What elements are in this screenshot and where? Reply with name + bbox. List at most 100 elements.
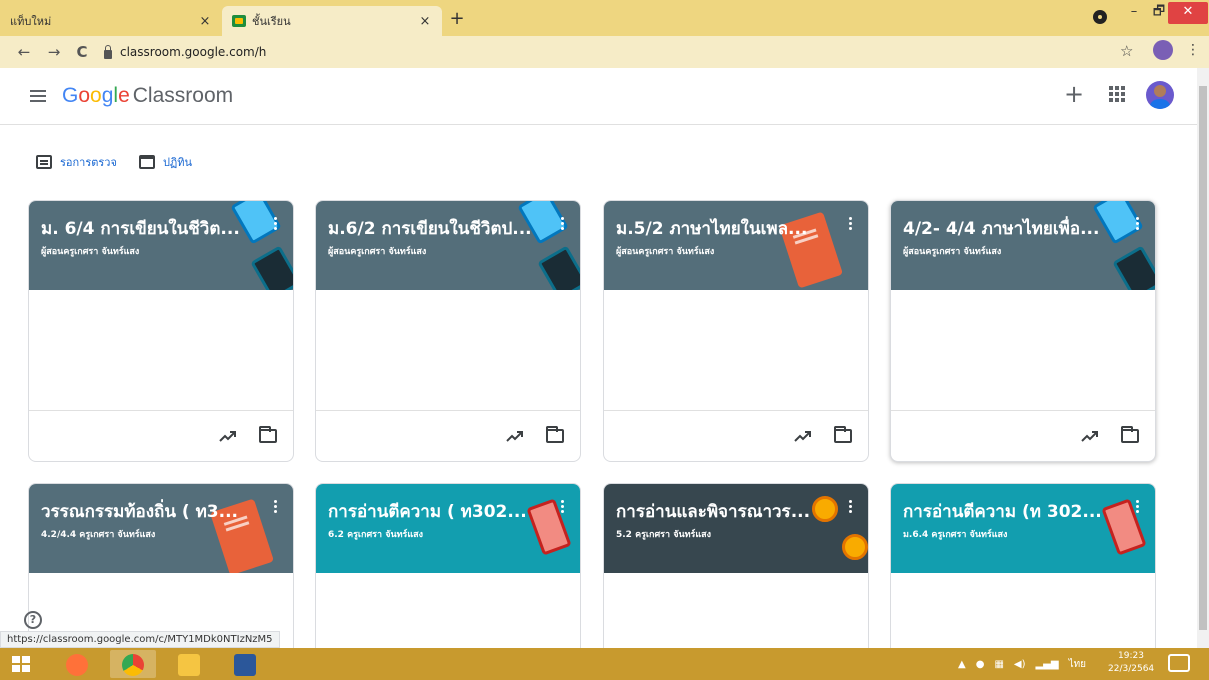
browser-toolbar: ← → C classroom.google.com/h ☆ [0,36,1209,68]
card-more-options-icon[interactable] [1129,217,1145,235]
class-card[interactable]: การอ่านตีความ (ท 302... ม.6.4 ครูเกศรา จ… [890,483,1156,648]
card-more-options-icon[interactable] [842,500,858,518]
class-card[interactable]: วรรณกรรมท้องถิ่น ( ท3... 4.2/4.4 ครูเกศร… [28,483,294,648]
class-card-body [316,573,580,648]
firefox-icon [66,654,88,676]
tablet-illustration-icon [537,245,580,290]
chrome-icon [122,654,144,676]
add-class-button[interactable]: + [1062,82,1086,106]
tab-close-icon[interactable]: × [418,14,432,29]
class-card[interactable]: การอ่านตีความ ( ท302... 6.2 ครูเกศรา จัน… [315,483,581,648]
class-teacher: ม.6.4 ครูเกศรา จันทร์แสง [903,530,1008,540]
main-menu-icon[interactable] [30,90,46,102]
scrollbar-thumb[interactable] [1199,86,1207,630]
back-button[interactable]: ← [14,42,34,62]
class-card-header[interactable]: วรรณกรรมท้องถิ่น ( ท3... 4.2/4.4 ครูเกศร… [29,484,293,573]
class-card[interactable]: ม.6/2 การเขียนในชีวิตป... ผู้สอนครูเกศรา… [315,200,581,462]
google-classroom-logo[interactable]: Google Classroom [62,84,233,108]
class-title[interactable]: การอ่านและพิจารณาวร... [616,498,821,525]
google-apps-icon[interactable] [1109,86,1125,102]
class-teacher: 6.2 ครูเกศรา จันทร์แสง [328,530,424,540]
taskbar-file-explorer[interactable] [166,650,212,678]
volume-icon[interactable]: ◀) [1014,659,1026,670]
windows-start-icon[interactable] [12,656,30,672]
class-card[interactable]: 4/2- 4/4 ภาษาไทยเพื่อ... ผู้สอนครูเกศรา … [890,200,1156,462]
taskbar-chrome[interactable] [110,650,156,678]
network-icon[interactable]: ▦ [994,659,1003,670]
tab-close-icon[interactable]: × [198,14,212,29]
class-title[interactable]: การอ่านตีความ (ท 302... [903,498,1108,525]
calendar-link[interactable]: ปฏิทิน [138,153,192,171]
card-more-options-icon[interactable] [554,217,570,235]
class-card-footer [891,410,1155,461]
address-bar[interactable]: classroom.google.com/h [104,40,1104,64]
class-card-header[interactable]: การอ่านตีความ (ท 302... ม.6.4 ครูเกศรา จ… [891,484,1155,573]
class-card-header[interactable]: ม.5/2 ภาษาไทยในเพล... ผู้สอนครูเกศรา จัน… [604,201,868,290]
todo-icon [36,155,52,169]
account-avatar[interactable] [1146,81,1174,109]
taskbar-clock[interactable]: 19:23 22/3/2564 [1108,650,1154,676]
class-title[interactable]: 4/2- 4/4 ภาษาไทยเพื่อ... [903,215,1108,242]
taskbar-firefox[interactable] [54,650,100,678]
folder-icon[interactable] [1121,426,1139,443]
bookmark-star-icon[interactable]: ☆ [1120,42,1133,60]
class-card-header[interactable]: 4/2- 4/4 ภาษาไทยเพื่อ... ผู้สอนครูเกศรา … [891,201,1155,290]
card-more-options-icon[interactable] [1129,500,1145,518]
logo-letter: g [101,84,114,107]
new-tab-button[interactable]: + [446,8,468,30]
tablet-illustration-icon [1112,245,1155,290]
class-card-header[interactable]: ม.6/2 การเขียนในชีวิตป... ผู้สอนครูเกศรา… [316,201,580,290]
folder-icon[interactable] [259,426,277,443]
class-card-header[interactable]: ม. 6/4 การเขียนในชีวิต... ผู้สอนครูเกศรา… [29,201,293,290]
notifications-icon[interactable] [1168,654,1190,672]
class-card-body [29,290,293,410]
quick-links: รอการตรวจ ปฏิทิน [36,152,214,172]
class-title[interactable]: ม.5/2 ภาษาไทยในเพล... [616,215,821,242]
classroom-page: Google Classroom + รอการตรวจ ปฏิทิน ม. 6/… [0,68,1197,648]
system-tray: ▲ ● ▦ ◀) ▂▄▆ ไทย [958,656,1096,672]
help-icon[interactable]: ? [24,611,42,629]
signal-icon[interactable]: ▂▄▆ [1035,659,1058,670]
folder-icon[interactable] [546,426,564,443]
tablet-illustration-icon [250,245,293,290]
browser-profile-icon[interactable] [1093,10,1107,24]
reload-button[interactable]: C [72,42,92,62]
trending-up-icon[interactable] [219,429,237,443]
lock-icon [104,44,112,59]
class-title[interactable]: ม. 6/4 การเขียนในชีวิต... [41,215,246,242]
coin-illustration-icon [842,534,868,560]
class-card[interactable]: ม. 6/4 การเขียนในชีวิต... ผู้สอนครูเกศรา… [28,200,294,462]
card-more-options-icon[interactable] [267,217,283,235]
trending-up-icon[interactable] [1081,429,1099,443]
card-more-options-icon[interactable] [842,217,858,235]
class-title[interactable]: วรรณกรรมท้องถิ่น ( ท3... [41,498,246,525]
windows-taskbar: ▲ ● ▦ ◀) ▂▄▆ ไทย 19:23 22/3/2564 [0,648,1209,680]
card-more-options-icon[interactable] [267,500,283,518]
tab-new-tab[interactable]: แท็บใหม่ × [0,6,222,36]
tray-chevron-icon[interactable]: ▲ [958,659,966,670]
class-card-header[interactable]: การอ่านและพิจารณาวร... 5.2 ครูเกศรา จันท… [604,484,868,573]
class-teacher: 5.2 ครูเกศรา จันทร์แสง [616,530,712,540]
class-teacher: ผู้สอนครูเกศรา จันทร์แสง [41,247,140,257]
class-card-header[interactable]: การอ่านตีความ ( ท302... 6.2 ครูเกศรา จัน… [316,484,580,573]
class-card[interactable]: การอ่านและพิจารณาวร... 5.2 ครูเกศรา จันท… [603,483,869,648]
class-teacher: ผู้สอนครูเกศรา จันทร์แสง [616,247,715,257]
language-indicator[interactable]: ไทย [1069,657,1086,672]
bluetooth-icon[interactable]: ● [976,659,985,670]
card-more-options-icon[interactable] [554,500,570,518]
class-title[interactable]: ม.6/2 การเขียนในชีวิตป... [328,215,533,242]
window-close-button[interactable]: ✕ [1168,2,1208,24]
minimize-button[interactable]: – [1120,2,1148,24]
class-title[interactable]: การอ่านตีความ ( ท302... [328,498,533,525]
forward-button[interactable]: → [44,42,64,62]
logo-letter: o [78,84,91,107]
class-card[interactable]: ม.5/2 ภาษาไทยในเพล... ผู้สอนครูเกศรา จัน… [603,200,869,462]
browser-avatar[interactable] [1153,40,1173,60]
browser-menu-icon[interactable]: ⋮ [1186,42,1200,58]
taskbar-word[interactable] [222,650,268,678]
to-review-link[interactable]: รอการตรวจ [36,153,117,171]
trending-up-icon[interactable] [506,429,524,443]
trending-up-icon[interactable] [794,429,812,443]
folder-icon[interactable] [834,426,852,443]
tab-classroom[interactable]: ชั้นเรียน × [222,6,442,36]
